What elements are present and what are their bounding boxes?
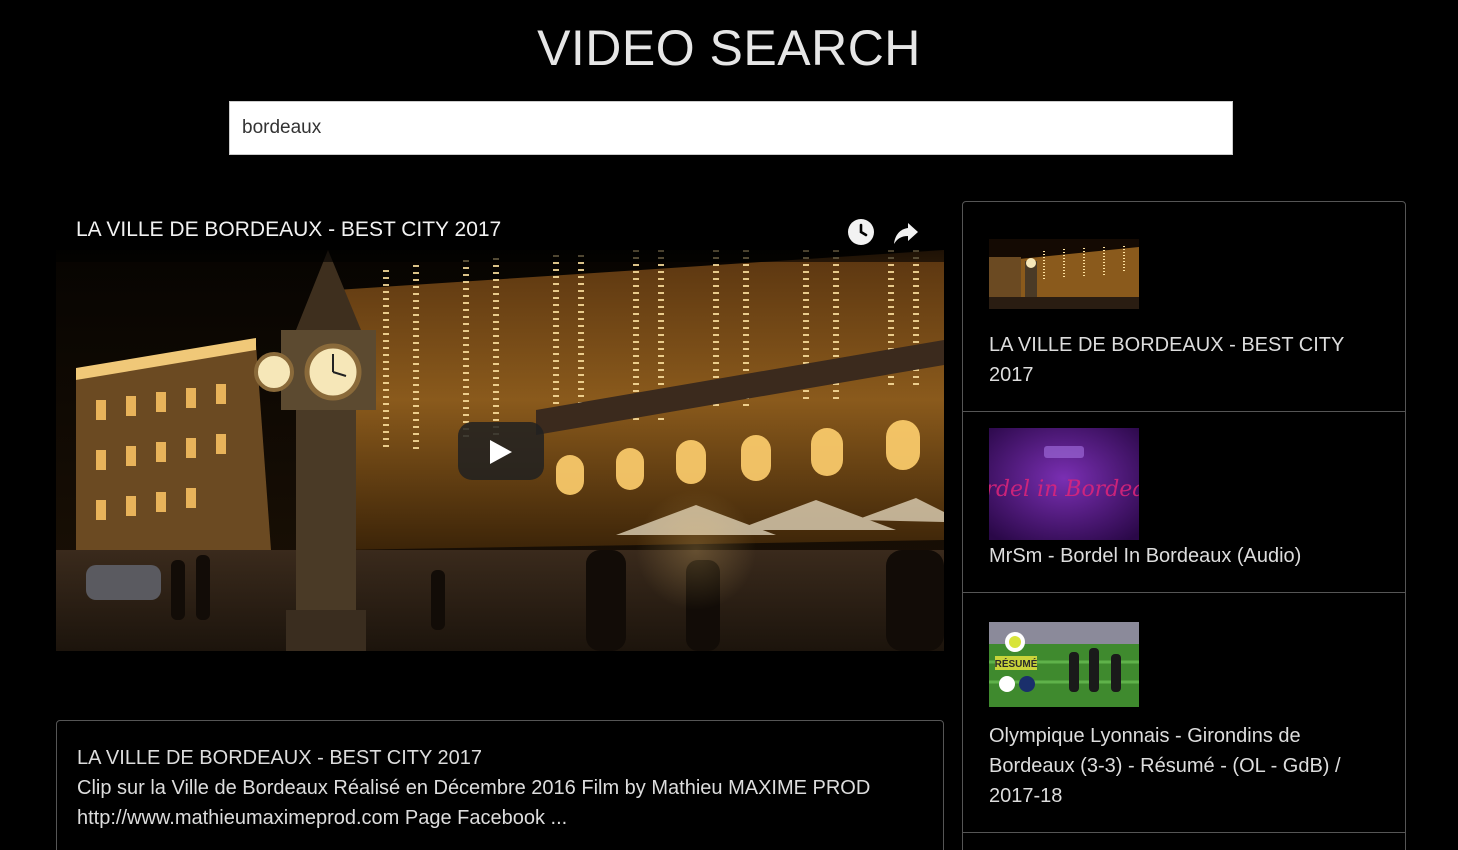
description-title: LA VILLE DE BORDEAUX - BEST CITY 2017 [77, 747, 482, 769]
result-thumbnail[interactable] [989, 239, 1139, 309]
result-item[interactable]: Bordel in Bordeaux MrSm - Bordel In Bord… [963, 412, 1405, 593]
player-top-bar: LA VILLE DE BORDEAUX - BEST CITY 2017 [56, 202, 944, 262]
result-item[interactable]: LA VILLE DE BORDEAUX - BEST CITY 2017 [963, 202, 1405, 412]
clock-icon[interactable] [847, 218, 875, 246]
video-search-page: VIDEO SEARCH bordeaux LA VILLE DE BORDEA… [0, 0, 1458, 850]
share-icon[interactable] [892, 218, 920, 246]
player-title[interactable]: LA VILLE DE BORDEAUX - BEST CITY 2017 [76, 218, 501, 242]
result-title[interactable]: LA VILLE DE BORDEAUX - BEST CITY 2017 [989, 330, 1369, 390]
thumbnail-text: Bordel in Bordeaux [989, 477, 1139, 502]
play-button[interactable] [458, 422, 544, 480]
video-description-panel: LA VILLE DE BORDEAUX - BEST CITY 2017 Cl… [56, 720, 944, 850]
result-item[interactable]: RÉSUMÉ Olympique Lyonnais - Girondins de… [963, 593, 1405, 833]
result-title[interactable]: Olympique Lyonnais - Girondins de Bordea… [989, 721, 1369, 811]
video-results-list: LA VILLE DE BORDEAUX - BEST CITY 2017 Bo… [962, 201, 1406, 850]
description-body: Clip sur la Ville de Bordeaux Réalisé en… [77, 777, 871, 829]
result-title[interactable]: MrSm - Bordel In Bordeaux (Audio) [989, 541, 1369, 571]
search-input[interactable] [229, 101, 1233, 155]
page-title: VIDEO SEARCH [537, 20, 921, 76]
result-thumbnail[interactable]: Bordel in Bordeaux [989, 428, 1139, 540]
video-player[interactable]: LA VILLE DE BORDEAUX - BEST CITY 2017 [56, 202, 944, 651]
result-thumbnail[interactable]: RÉSUMÉ [989, 622, 1139, 707]
thumbnail-text: RÉSUMÉ [995, 657, 1038, 670]
play-icon [490, 440, 512, 464]
